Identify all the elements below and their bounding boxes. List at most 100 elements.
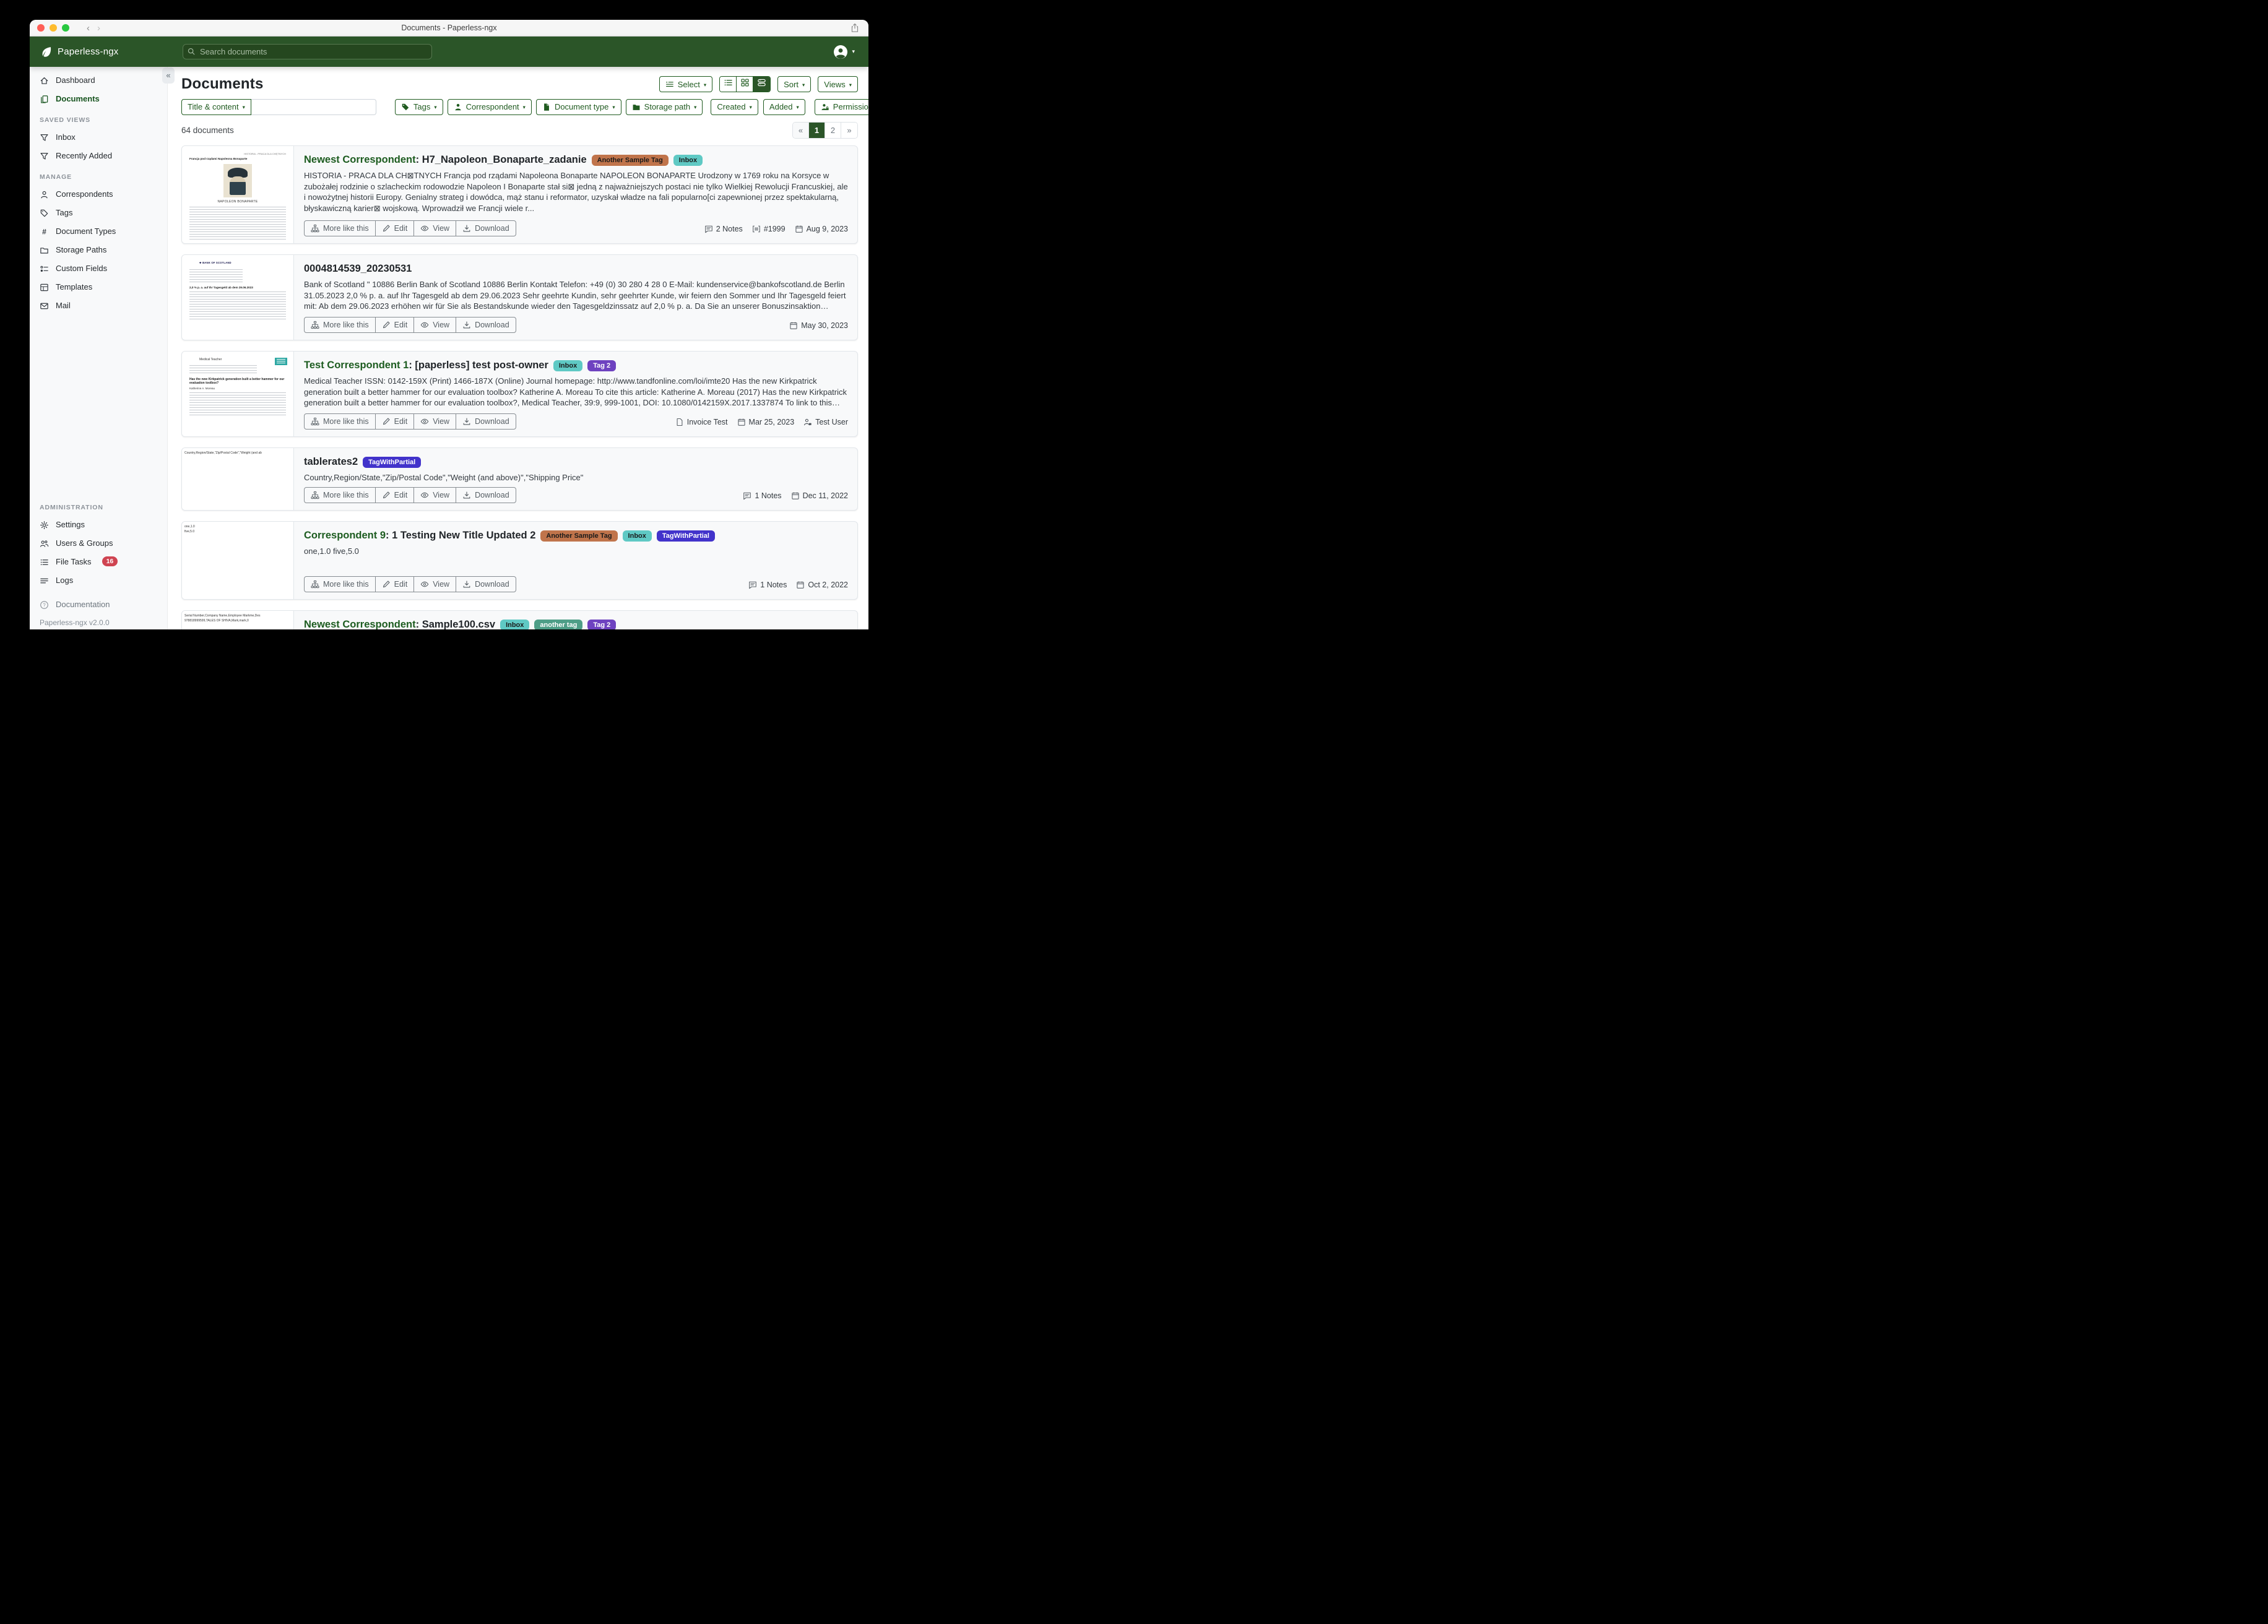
search-input[interactable] (183, 44, 432, 59)
meta-doctype[interactable]: Invoice Test (675, 418, 728, 426)
more-like-this-button[interactable]: More like this (304, 317, 376, 333)
edit-button[interactable]: Edit (375, 487, 415, 503)
document-title[interactable]: Newest Correspondent: Sample100.csv (304, 619, 495, 629)
pagination-next-button[interactable]: » (841, 123, 857, 138)
tag-tag-2[interactable]: Tag 2 (587, 620, 616, 630)
document-title[interactable]: Newest Correspondent: H7_Napoleon_Bonapa… (304, 154, 587, 166)
more-like-this-button[interactable]: More like this (304, 576, 376, 592)
more-like-this-button[interactable]: More like this (304, 220, 376, 236)
filter-storage-path-button[interactable]: Storage path▾ (626, 99, 703, 115)
view-button[interactable]: View (413, 220, 456, 236)
sidebar-item-dashboard[interactable]: Dashboard (30, 71, 167, 89)
edit-button[interactable]: Edit (375, 220, 415, 236)
meta-notes[interactable]: 1 Notes (743, 491, 781, 500)
edit-button[interactable]: Edit (375, 317, 415, 333)
edit-button[interactable]: Edit (375, 576, 415, 592)
download-button[interactable]: Download (456, 413, 516, 430)
filter-correspondent-button[interactable]: Correspondent▾ (448, 99, 532, 115)
document-thumbnail[interactable]: Medical TeacherHas the new Kirkpatrick g… (182, 352, 294, 436)
sidebar-item-settings[interactable]: Settings (30, 515, 167, 533)
meta-asn[interactable]: #1999 (752, 225, 786, 233)
select-button[interactable]: Select▾ (659, 76, 712, 92)
view-mode-grid-button[interactable] (737, 77, 753, 92)
download-button[interactable]: Download (456, 220, 516, 236)
sidebar-item-inbox[interactable]: Inbox (30, 127, 167, 146)
sort-button[interactable]: Sort▾ (777, 76, 811, 92)
title-content-dropdown-button[interactable]: Title & content▾ (181, 99, 251, 115)
sidebar-item-label: Document Types (56, 227, 116, 236)
meta-calendar[interactable]: Oct 2, 2022 (796, 581, 848, 589)
meta-userlock[interactable]: Test User (803, 418, 848, 426)
pagination-page-2[interactable]: 2 (825, 123, 841, 138)
document-thumbnail[interactable]: ✚ BANK OF SCOTLAND2,0 % p. a. auf Ihr Ta… (182, 255, 294, 340)
view-button[interactable]: View (413, 576, 456, 592)
document-title[interactable]: 0004814539_20230531 (304, 263, 412, 275)
user-menu[interactable]: ▾ (833, 45, 855, 59)
tag-tagwithpartial[interactable]: TagWithPartial (657, 530, 715, 542)
more-like-this-button[interactable]: More like this (304, 413, 376, 430)
sidebar-item-users-groups[interactable]: Users & Groups (30, 533, 167, 552)
view-mode-list-button[interactable] (720, 77, 737, 92)
document-content-snippet: Country,Region/State,"Zip/Postal Code","… (304, 472, 848, 483)
more-like-this-button[interactable]: More like this (304, 487, 376, 503)
title-content-search-input[interactable] (251, 99, 376, 115)
pagination-page-1[interactable]: 1 (809, 123, 825, 138)
view-button[interactable]: View (413, 413, 456, 430)
share-icon[interactable] (850, 23, 860, 33)
download-button[interactable]: Download (456, 576, 516, 592)
tag-inbox[interactable]: Inbox (623, 530, 652, 542)
meta-calendar[interactable]: Mar 25, 2023 (737, 418, 795, 426)
document-card: Country,Region/State,"Zip/Postal Code","… (181, 447, 858, 511)
chevron-down-icon: ▾ (434, 104, 436, 111)
view-mode-detail-button[interactable] (753, 77, 770, 92)
tag-another-sample-tag[interactable]: Another Sample Tag (540, 530, 617, 542)
filter-document-type-button[interactable]: Document type▾ (536, 99, 621, 115)
document-title[interactable]: tablerates2 (304, 456, 358, 468)
document-title[interactable]: Correspondent 9: 1 Testing New Title Upd… (304, 530, 535, 542)
document-thumbnail[interactable]: Country,Region/State,"Zip/Postal Code","… (182, 448, 294, 510)
sidebar-item-tags[interactable]: Tags (30, 203, 167, 222)
view-button[interactable]: View (413, 317, 456, 333)
document-card-body: Newest Correspondent: Sample100.csv Inbox… (294, 611, 857, 629)
tag-another-sample-tag[interactable]: Another Sample Tag (592, 155, 669, 166)
filter-added-button[interactable]: Added▾ (763, 99, 805, 115)
document-thumbnail[interactable]: HISTORIA - PRACA DLA CHĘTNYCHFrancja pod… (182, 146, 294, 243)
meta-calendar[interactable]: May 30, 2023 (789, 321, 848, 330)
view-button[interactable]: View (413, 487, 456, 503)
sidebar-item-templates[interactable]: Templates (30, 277, 167, 296)
filter-created-button[interactable]: Created▾ (711, 99, 758, 115)
tag-inbox[interactable]: Inbox (673, 155, 703, 166)
sidebar-collapse-button[interactable]: « (162, 67, 175, 84)
sidebar-item-documents[interactable]: Documents (30, 89, 167, 108)
document-title[interactable]: Test Correspondent 1: [paperless] test p… (304, 360, 548, 371)
download-button[interactable]: Download (456, 487, 516, 503)
meta-notes[interactable]: 1 Notes (748, 581, 787, 589)
tag-inbox[interactable]: Inbox (500, 620, 529, 630)
filter-tags-button[interactable]: Tags▾ (395, 99, 443, 115)
document-thumbnail[interactable]: one,1.0five,5.0 (182, 522, 294, 599)
document-count: 64 documents (181, 126, 234, 135)
document-thumbnail[interactable]: Serial Number,Company Name,Employee Mark… (182, 611, 294, 629)
edit-button[interactable]: Edit (375, 413, 415, 430)
sidebar-item-custom-fields[interactable]: Custom Fields (30, 259, 167, 277)
sidebar-item-file-tasks[interactable]: File Tasks16 (30, 552, 167, 571)
sidebar-item-recently-added[interactable]: Recently Added (30, 146, 167, 165)
pagination-prev-button[interactable]: « (793, 123, 809, 138)
sidebar-item-storage-paths[interactable]: Storage Paths (30, 240, 167, 259)
tag-tagwithpartial[interactable]: TagWithPartial (363, 457, 421, 468)
meta-calendar[interactable]: Aug 9, 2023 (795, 225, 848, 233)
meta-calendar[interactable]: Dec 11, 2022 (791, 491, 848, 500)
sidebar-item-correspondents[interactable]: Correspondents (30, 184, 167, 203)
sidebar-item-logs[interactable]: Logs (30, 571, 167, 589)
app-logo[interactable]: Paperless-ngx (30, 45, 118, 58)
sidebar-item-mail[interactable]: Mail (30, 296, 167, 314)
download-button[interactable]: Download (456, 317, 516, 333)
tag-inbox[interactable]: Inbox (553, 360, 582, 371)
sidebar-item-document-types[interactable]: #Document Types (30, 222, 167, 240)
sidebar-item-documentation[interactable]: ?Documentation (30, 595, 167, 613)
views-button[interactable]: Views▾ (818, 76, 858, 92)
filter-permissions-button[interactable]: Permissions▾ (815, 99, 868, 115)
meta-notes[interactable]: 2 Notes (704, 225, 743, 233)
tag-another-tag[interactable]: another tag (534, 620, 582, 630)
tag-tag-2[interactable]: Tag 2 (587, 360, 616, 371)
